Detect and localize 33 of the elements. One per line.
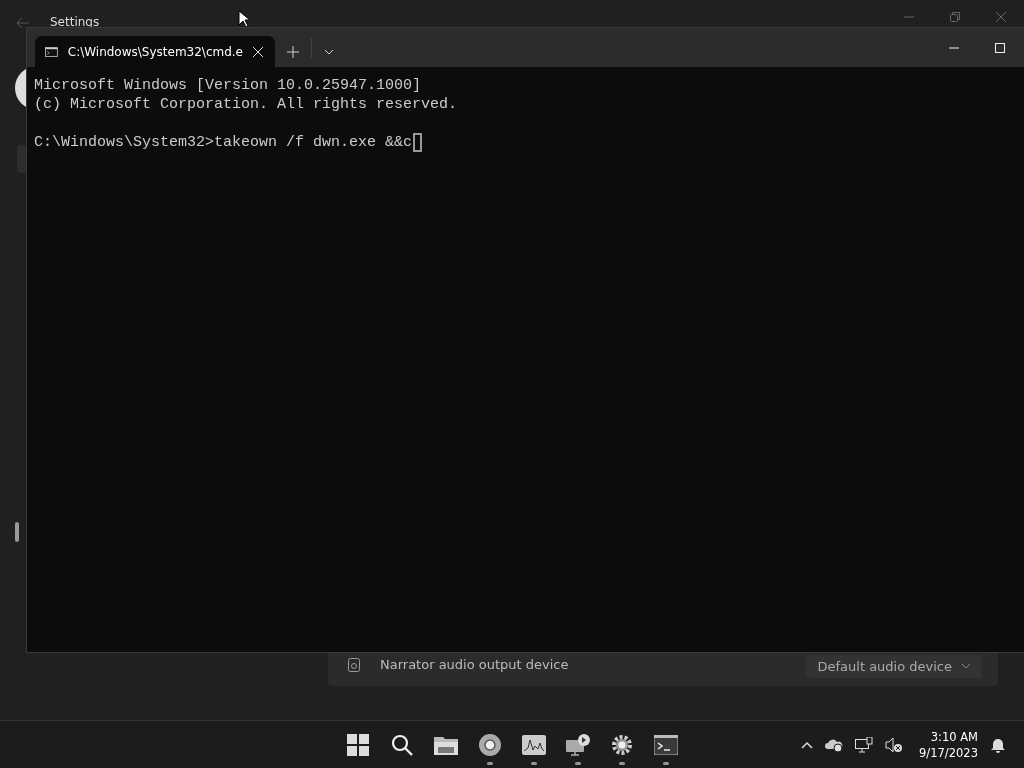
terminal-icon[interactable] (654, 734, 678, 755)
search-icon[interactable] (391, 733, 413, 756)
close-icon (253, 46, 263, 57)
plus-icon (287, 45, 299, 58)
muted-speaker-icon[interactable] (885, 736, 904, 753)
setting-label: Narrator audio output device (380, 657, 570, 674)
command-prompt[interactable]: C:\Windows\System32>takeown /f dwn.exe &&c (34, 133, 413, 152)
scrollbar-thumb[interactable] (15, 522, 19, 542)
cloud-icon[interactable] (825, 737, 844, 752)
close-tab-button[interactable] (253, 46, 263, 57)
terminal-tab[interactable]: C:\Windows\System32\cmd.e (35, 36, 275, 67)
cmd-icon (45, 45, 58, 58)
browser-icon[interactable] (479, 733, 501, 756)
console-output-line: (c) Microsoft Corporation. All rights reserved. (34, 95, 459, 114)
console-output-line: Microsoft Windows [Version 10.0.25947.1000] (34, 76, 423, 95)
chevron-up-icon[interactable] (801, 740, 814, 749)
text-cursor (413, 133, 423, 152)
chevron-icon (324, 48, 334, 55)
performance-monitor-icon[interactable] (522, 734, 546, 755)
windows-logo-icon[interactable] (347, 733, 369, 756)
gear-icon[interactable] (611, 733, 633, 756)
notification-bell-icon[interactable] (990, 736, 1006, 753)
maximize-icon (995, 42, 1005, 53)
device-dropdown[interactable]: Default audio device (805, 655, 982, 678)
remote-desktop-icon[interactable] (566, 733, 590, 756)
network-icon[interactable] (855, 736, 874, 753)
speaker-icon (348, 658, 360, 672)
restore-icon[interactable] (950, 12, 960, 22)
folder-icon[interactable] (434, 734, 458, 755)
chevron-icon (962, 664, 970, 669)
clock[interactable]: 3:10 AM 9/17/2023 (919, 728, 978, 761)
close-icon[interactable] (996, 12, 1006, 22)
window-title: Settings (50, 15, 100, 29)
